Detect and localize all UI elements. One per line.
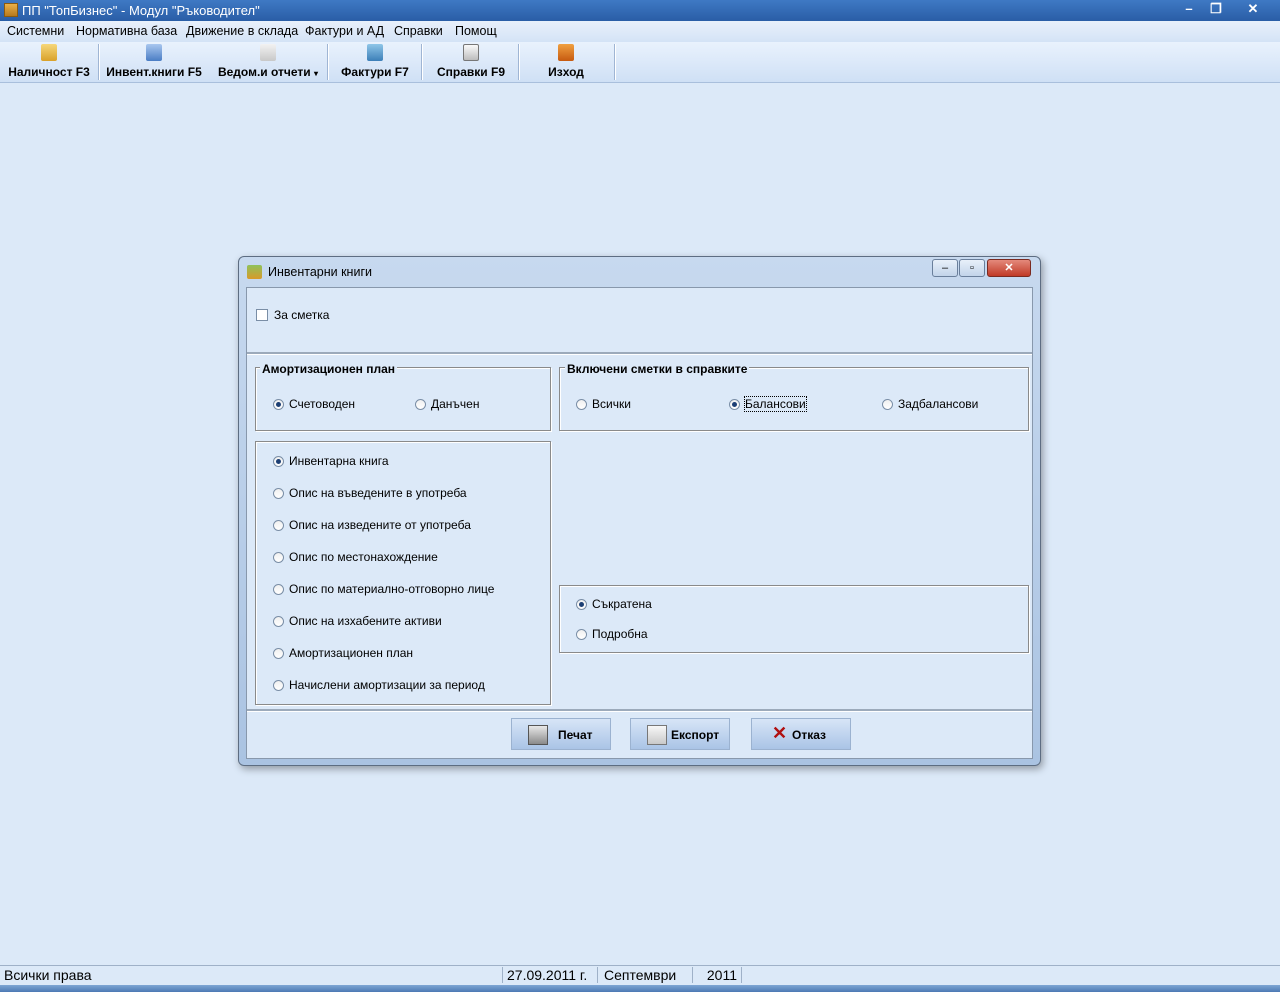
book-icon xyxy=(146,44,162,61)
menu-warehouse-movement[interactable]: Движение в склада xyxy=(186,24,298,38)
menu-normative-base[interactable]: Нормативна база xyxy=(76,24,177,38)
cancel-button[interactable]: ✕ Отказ xyxy=(751,718,851,750)
report-taken-out-of-use-radio[interactable]: Опис на изведените от употреба xyxy=(273,518,471,532)
report-worn-out-assets-radio[interactable]: Опис на изхабените активи xyxy=(273,614,442,628)
detail-level-group xyxy=(559,585,1029,653)
report-amortization-plan-radio[interactable]: Амортизационен план xyxy=(273,646,413,660)
print-button[interactable]: Печат xyxy=(511,718,611,750)
status-bar: Всички права 27.09.2011 г. Септември 201… xyxy=(0,965,1280,985)
report-inventory-book-radio[interactable]: Инвентарна книга xyxy=(273,454,389,468)
reports-button[interactable]: Ведом.и отчети ▾ xyxy=(212,42,324,82)
accounting-radio[interactable]: Счетоводен xyxy=(273,397,355,411)
inquiries-button[interactable]: Справки F9 xyxy=(428,42,514,82)
printer-icon xyxy=(528,725,548,745)
exit-button[interactable]: Изход xyxy=(528,42,604,82)
status-month: Септември xyxy=(600,967,693,983)
report-types-group xyxy=(255,441,551,705)
detailed-radio[interactable]: Подробна xyxy=(576,627,648,641)
restore-icon[interactable]: ❐ xyxy=(1203,0,1229,19)
minimize-icon[interactable]: – xyxy=(1176,0,1202,19)
menu-invoices[interactable]: Фактури и АД xyxy=(305,24,384,38)
status-rights: Всички права xyxy=(0,967,503,983)
dialog-icon xyxy=(247,265,262,279)
pencil-icon xyxy=(463,44,479,61)
for-account-checkbox[interactable]: За сметка xyxy=(256,308,329,322)
balance-accounts-radio[interactable]: Балансови xyxy=(729,396,807,412)
dialog-close-icon[interactable]: ✕ xyxy=(987,259,1031,277)
exit-label: Изход xyxy=(548,65,584,79)
invoice-icon xyxy=(367,44,383,61)
availability-label: Наличност F3 xyxy=(8,65,90,79)
report-by-responsible-person-radio[interactable]: Опис по материално-отговорно лице xyxy=(273,582,494,596)
document-icon xyxy=(260,44,276,61)
status-year: 2011 xyxy=(693,967,742,983)
menu-system[interactable]: Системни xyxy=(7,24,64,38)
dialog-title: Инвентарни книги xyxy=(268,265,372,279)
for-account-label: За сметка xyxy=(274,308,330,322)
menu-help[interactable]: Помощ xyxy=(455,24,497,38)
off-balance-accounts-radio[interactable]: Задбалансови xyxy=(882,397,978,411)
folder-icon xyxy=(41,44,57,61)
window-title: ПП "ТопБизнес" - Модул "Ръководител" xyxy=(22,3,260,18)
tax-radio[interactable]: Данъчен xyxy=(415,397,479,411)
toolbar: Наличност F3 Инвент.книги F5 Ведом.и отч… xyxy=(0,42,1280,83)
inventory-books-button[interactable]: Инвент.книги F5 xyxy=(102,42,206,82)
export-icon xyxy=(647,725,667,745)
dropdown-arrow-icon[interactable]: ▾ xyxy=(314,69,318,78)
reports-label: Ведом.и отчети ▾ xyxy=(217,65,319,79)
inquiries-label: Справки F9 xyxy=(436,65,505,79)
report-accrued-amortization-radio[interactable]: Начислени амортизации за период xyxy=(273,678,485,692)
close-icon[interactable]: ✕ xyxy=(1240,0,1266,19)
app-icon xyxy=(4,3,18,17)
included-accounts-title: Включени сметки в справките xyxy=(565,362,750,376)
invoices-button[interactable]: Фактури F7 xyxy=(334,42,416,82)
cross-icon: ✕ xyxy=(772,723,788,743)
dialog-maximize-icon[interactable]: ▫ xyxy=(959,259,985,277)
availability-button[interactable]: Наличност F3 xyxy=(4,42,94,82)
export-button[interactable]: Експорт xyxy=(630,718,730,750)
dialog-minimize-icon[interactable]: – xyxy=(932,259,958,277)
all-accounts-radio[interactable]: Всички xyxy=(576,397,631,411)
exit-icon xyxy=(558,44,574,61)
menu-reports[interactable]: Справки xyxy=(394,24,443,38)
os-taskbar xyxy=(0,985,1280,992)
menu-bar: Системни Нормативна база Движение в скла… xyxy=(0,21,1280,43)
report-by-location-radio[interactable]: Опис по местонахождение xyxy=(273,550,438,564)
amortization-plan-title: Амортизационен план xyxy=(260,362,398,376)
invoices-label: Фактури F7 xyxy=(341,65,409,79)
status-date: 27.09.2011 г. xyxy=(503,967,598,983)
dialog-client: За сметка Амортизационен план Счетоводен… xyxy=(246,287,1033,759)
window-titlebar: ПП "ТопБизнес" - Модул "Ръководител" – ❐… xyxy=(0,0,1280,21)
inventory-books-label: Инвент.книги F5 xyxy=(106,65,202,79)
checkbox-icon[interactable] xyxy=(256,309,268,321)
report-put-into-use-radio[interactable]: Опис на въведените в употреба xyxy=(273,486,467,500)
short-radio[interactable]: Съкратена xyxy=(576,597,652,611)
inventory-books-dialog: Инвентарни книги – ▫ ✕ За сметка Амортиз… xyxy=(238,256,1041,766)
